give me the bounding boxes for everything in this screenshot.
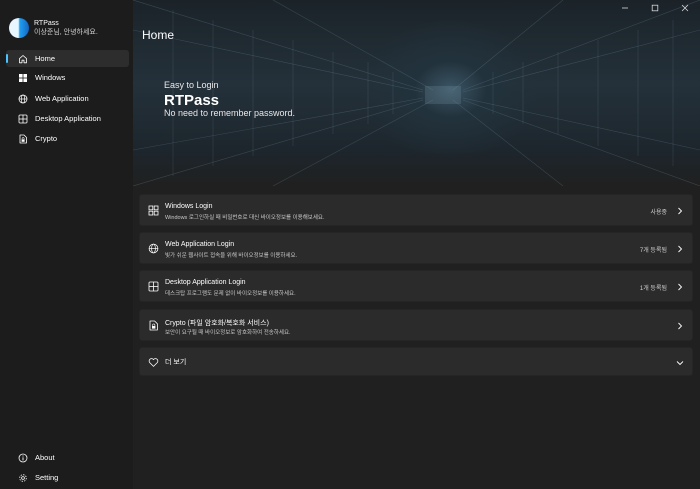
card-crypto[interactable]: Crypto (파일 암호화/복호화 서비스) 보안이 요구될 때 바이오정보로… [139, 309, 693, 341]
card-status: 사용중 [650, 210, 667, 216]
hero-subtitle: Easy to Login [164, 80, 219, 90]
crypto-icon [18, 134, 28, 144]
minimize-icon [622, 7, 628, 9]
sidebar-item-setting[interactable]: Setting [6, 469, 129, 486]
sidebar-item-windows[interactable]: Windows [6, 69, 129, 86]
crypto-icon [148, 320, 159, 331]
maximize-icon [651, 4, 659, 12]
sidebar-item-label: Web Application [35, 94, 89, 103]
main-content: Home Easy to Login RTPass No need to rem… [133, 0, 700, 489]
home-icon [18, 54, 28, 64]
windows-icon [18, 73, 28, 83]
active-indicator [6, 54, 8, 63]
avatar [9, 18, 29, 38]
card-title: Crypto (파일 암호화/복호화 서비스) [165, 320, 269, 327]
card-description: 데스크탑 프로그램도 문제 없이 바이오정보를 이용하세요. [165, 291, 296, 297]
globe-icon [148, 243, 159, 254]
sidebar-item-crypto[interactable]: Crypto [6, 130, 129, 147]
card-status: 1개 등록됨 [639, 286, 667, 292]
card-desktop-application-login[interactable]: Desktop Application Login 데스크탑 프로그램도 문제 … [139, 270, 693, 302]
card-description: 보안이 요구될 때 바이오정보로 암호화하여 전송하세요. [165, 330, 291, 336]
page-title: Home [142, 28, 175, 42]
hero-title: RTPass [164, 92, 220, 109]
windows-icon [148, 205, 159, 216]
card-title: Windows Login [165, 203, 213, 210]
card-windows-login[interactable]: Windows Login Windows 로그인하실 때 비밀번호로 대신 바… [139, 194, 693, 226]
user-profile: RTPass 이상준님, 안녕하세요. [9, 18, 98, 38]
sidebar-item-label: Home [35, 54, 56, 63]
desktop-app-icon [148, 281, 159, 292]
globe-icon [18, 94, 28, 104]
sidebar-item-home[interactable]: Home [6, 50, 129, 67]
close-icon [681, 4, 689, 12]
sidebar-item-label: Desktop Application [35, 114, 101, 123]
profile-name: RTPass [34, 20, 59, 27]
gear-icon [18, 473, 28, 483]
hero-description: No need to remember password. [164, 108, 296, 118]
chevron-right-icon [676, 206, 684, 216]
more-expander[interactable]: 더 보기 [139, 347, 693, 376]
card-title: Web Application Login [165, 241, 235, 248]
sidebar-item-label: About [35, 453, 55, 462]
maximize-button[interactable] [640, 0, 670, 16]
chevron-down-icon [676, 358, 684, 368]
window-controls [610, 0, 700, 16]
sidebar-item-desktop-application[interactable]: Desktop Application [6, 110, 129, 127]
sidebar-item-about[interactable]: About [6, 449, 129, 466]
card-description: Windows 로그인하실 때 비밀번호로 대신 바이오정보를 이용해보세요. [165, 215, 325, 221]
sidebar-item-label: Crypto [35, 134, 58, 143]
close-button[interactable] [670, 0, 700, 16]
sidebar-item-label: Windows [35, 73, 66, 82]
info-icon [18, 453, 28, 463]
sidebar: RTPass 이상준님, 안녕하세요. Home Windows Web App… [0, 0, 133, 489]
chevron-right-icon [676, 244, 684, 254]
desktop-app-icon [18, 114, 28, 124]
more-label: 더 보기 [165, 359, 187, 366]
card-status: 7개 등록됨 [639, 248, 667, 254]
sidebar-item-label: Setting [35, 473, 59, 482]
card-title: Desktop Application Login [165, 279, 246, 286]
card-description: 빛가 쉬운 웹사이트 접속을 위해 바이오정보를 이용하세요. [165, 253, 298, 259]
card-web-application-login[interactable]: Web Application Login 빛가 쉬운 웹사이트 접속을 위해 … [139, 232, 693, 264]
heart-icon [148, 357, 159, 368]
profile-greeting: 이상준님, 안녕하세요. [34, 29, 98, 36]
chevron-right-icon [676, 321, 684, 331]
sidebar-item-web-application[interactable]: Web Application [6, 90, 129, 107]
minimize-button[interactable] [610, 0, 640, 16]
chevron-right-icon [676, 282, 684, 292]
hero-banner: Home Easy to Login RTPass No need to rem… [133, 0, 700, 186]
